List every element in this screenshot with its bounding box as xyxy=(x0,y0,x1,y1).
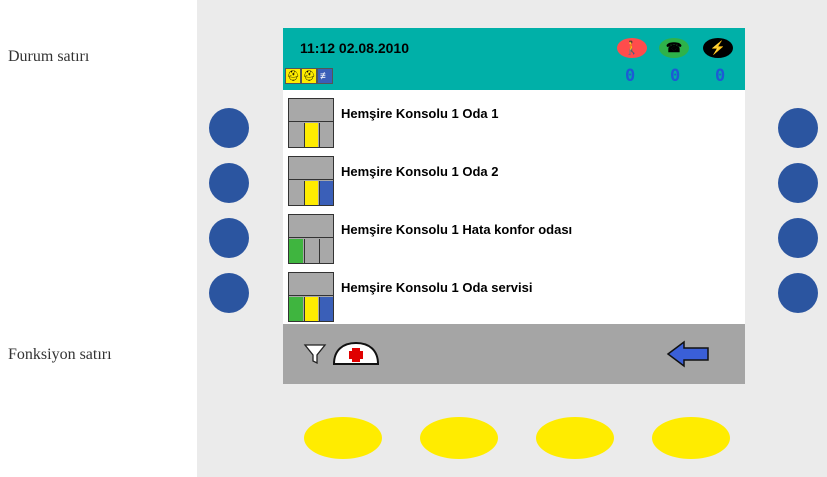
datetime-text: 11:12 02.08.2010 xyxy=(300,40,409,56)
left-button-2[interactable] xyxy=(209,163,249,203)
nurse-cap-mini-icon: ⛑ xyxy=(285,68,301,84)
room-cell xyxy=(304,123,318,147)
room-icon xyxy=(288,214,334,264)
lightning-icon: ⚡ xyxy=(703,38,733,58)
back-arrow-icon[interactable] xyxy=(666,340,710,368)
count-3: 0 xyxy=(715,66,726,86)
left-button-3[interactable] xyxy=(209,218,249,258)
room-cell xyxy=(289,123,303,147)
nurse-cap-mini-icon-2: ⛑ xyxy=(301,68,317,84)
room-cell xyxy=(319,123,333,147)
handset-icon: ☎ xyxy=(659,38,689,58)
function-key-1[interactable] xyxy=(304,417,382,459)
room-icon xyxy=(288,156,334,206)
function-key-3[interactable] xyxy=(536,417,614,459)
room-icon xyxy=(288,272,334,322)
display-screen: 11:12 02.08.2010 🚶 ☎ ⚡ ⛑ ⛑ ≢ 0 0 0 Hemşi… xyxy=(283,28,745,384)
person-alert-icon: 🚶 xyxy=(617,38,647,58)
list-item[interactable]: Hemşire Konsolu 1 Hata konfor odası xyxy=(283,210,745,268)
room-cell xyxy=(319,239,333,263)
bed-mini-icon: ≢ xyxy=(317,68,333,84)
count-1: 0 xyxy=(625,66,636,86)
left-button-4[interactable] xyxy=(209,273,249,313)
left-button-1[interactable] xyxy=(209,108,249,148)
function-bar xyxy=(283,324,745,384)
filter-icon[interactable] xyxy=(303,342,327,366)
room-label: Hemşire Konsolu 1 Oda 1 xyxy=(341,106,499,121)
function-key-2[interactable] xyxy=(420,417,498,459)
room-cell xyxy=(289,181,303,205)
status-row-label: Durum satırı xyxy=(8,48,90,65)
room-icon xyxy=(288,98,334,148)
room-label: Hemşire Konsolu 1 Oda 2 xyxy=(341,164,499,179)
list-item[interactable]: Hemşire Konsolu 1 Oda 2 xyxy=(283,152,745,210)
room-label: Hemşire Konsolu 1 Hata konfor odası xyxy=(341,222,573,237)
room-cell xyxy=(289,297,303,321)
list-item[interactable]: Hemşire Konsolu 1 Oda 1 xyxy=(283,94,745,152)
status-bar: 11:12 02.08.2010 🚶 ☎ ⚡ ⛑ ⛑ ≢ 0 0 0 xyxy=(283,28,745,90)
nurse-cap-icon[interactable] xyxy=(331,340,381,368)
right-button-1[interactable] xyxy=(778,108,818,148)
right-button-4[interactable] xyxy=(778,273,818,313)
room-cell xyxy=(304,297,318,321)
right-button-3[interactable] xyxy=(778,218,818,258)
room-cell xyxy=(304,181,318,205)
count-2: 0 xyxy=(670,66,681,86)
function-row-label: Fonksiyon satırı xyxy=(8,346,112,363)
room-cell xyxy=(304,239,318,263)
right-button-2[interactable] xyxy=(778,163,818,203)
list-item[interactable]: Hemşire Konsolu 1 Oda servisi xyxy=(283,268,745,326)
room-label: Hemşire Konsolu 1 Oda servisi xyxy=(341,280,533,295)
room-cell xyxy=(319,297,333,321)
room-cell xyxy=(319,181,333,205)
room-cell xyxy=(289,239,303,263)
function-key-4[interactable] xyxy=(652,417,730,459)
